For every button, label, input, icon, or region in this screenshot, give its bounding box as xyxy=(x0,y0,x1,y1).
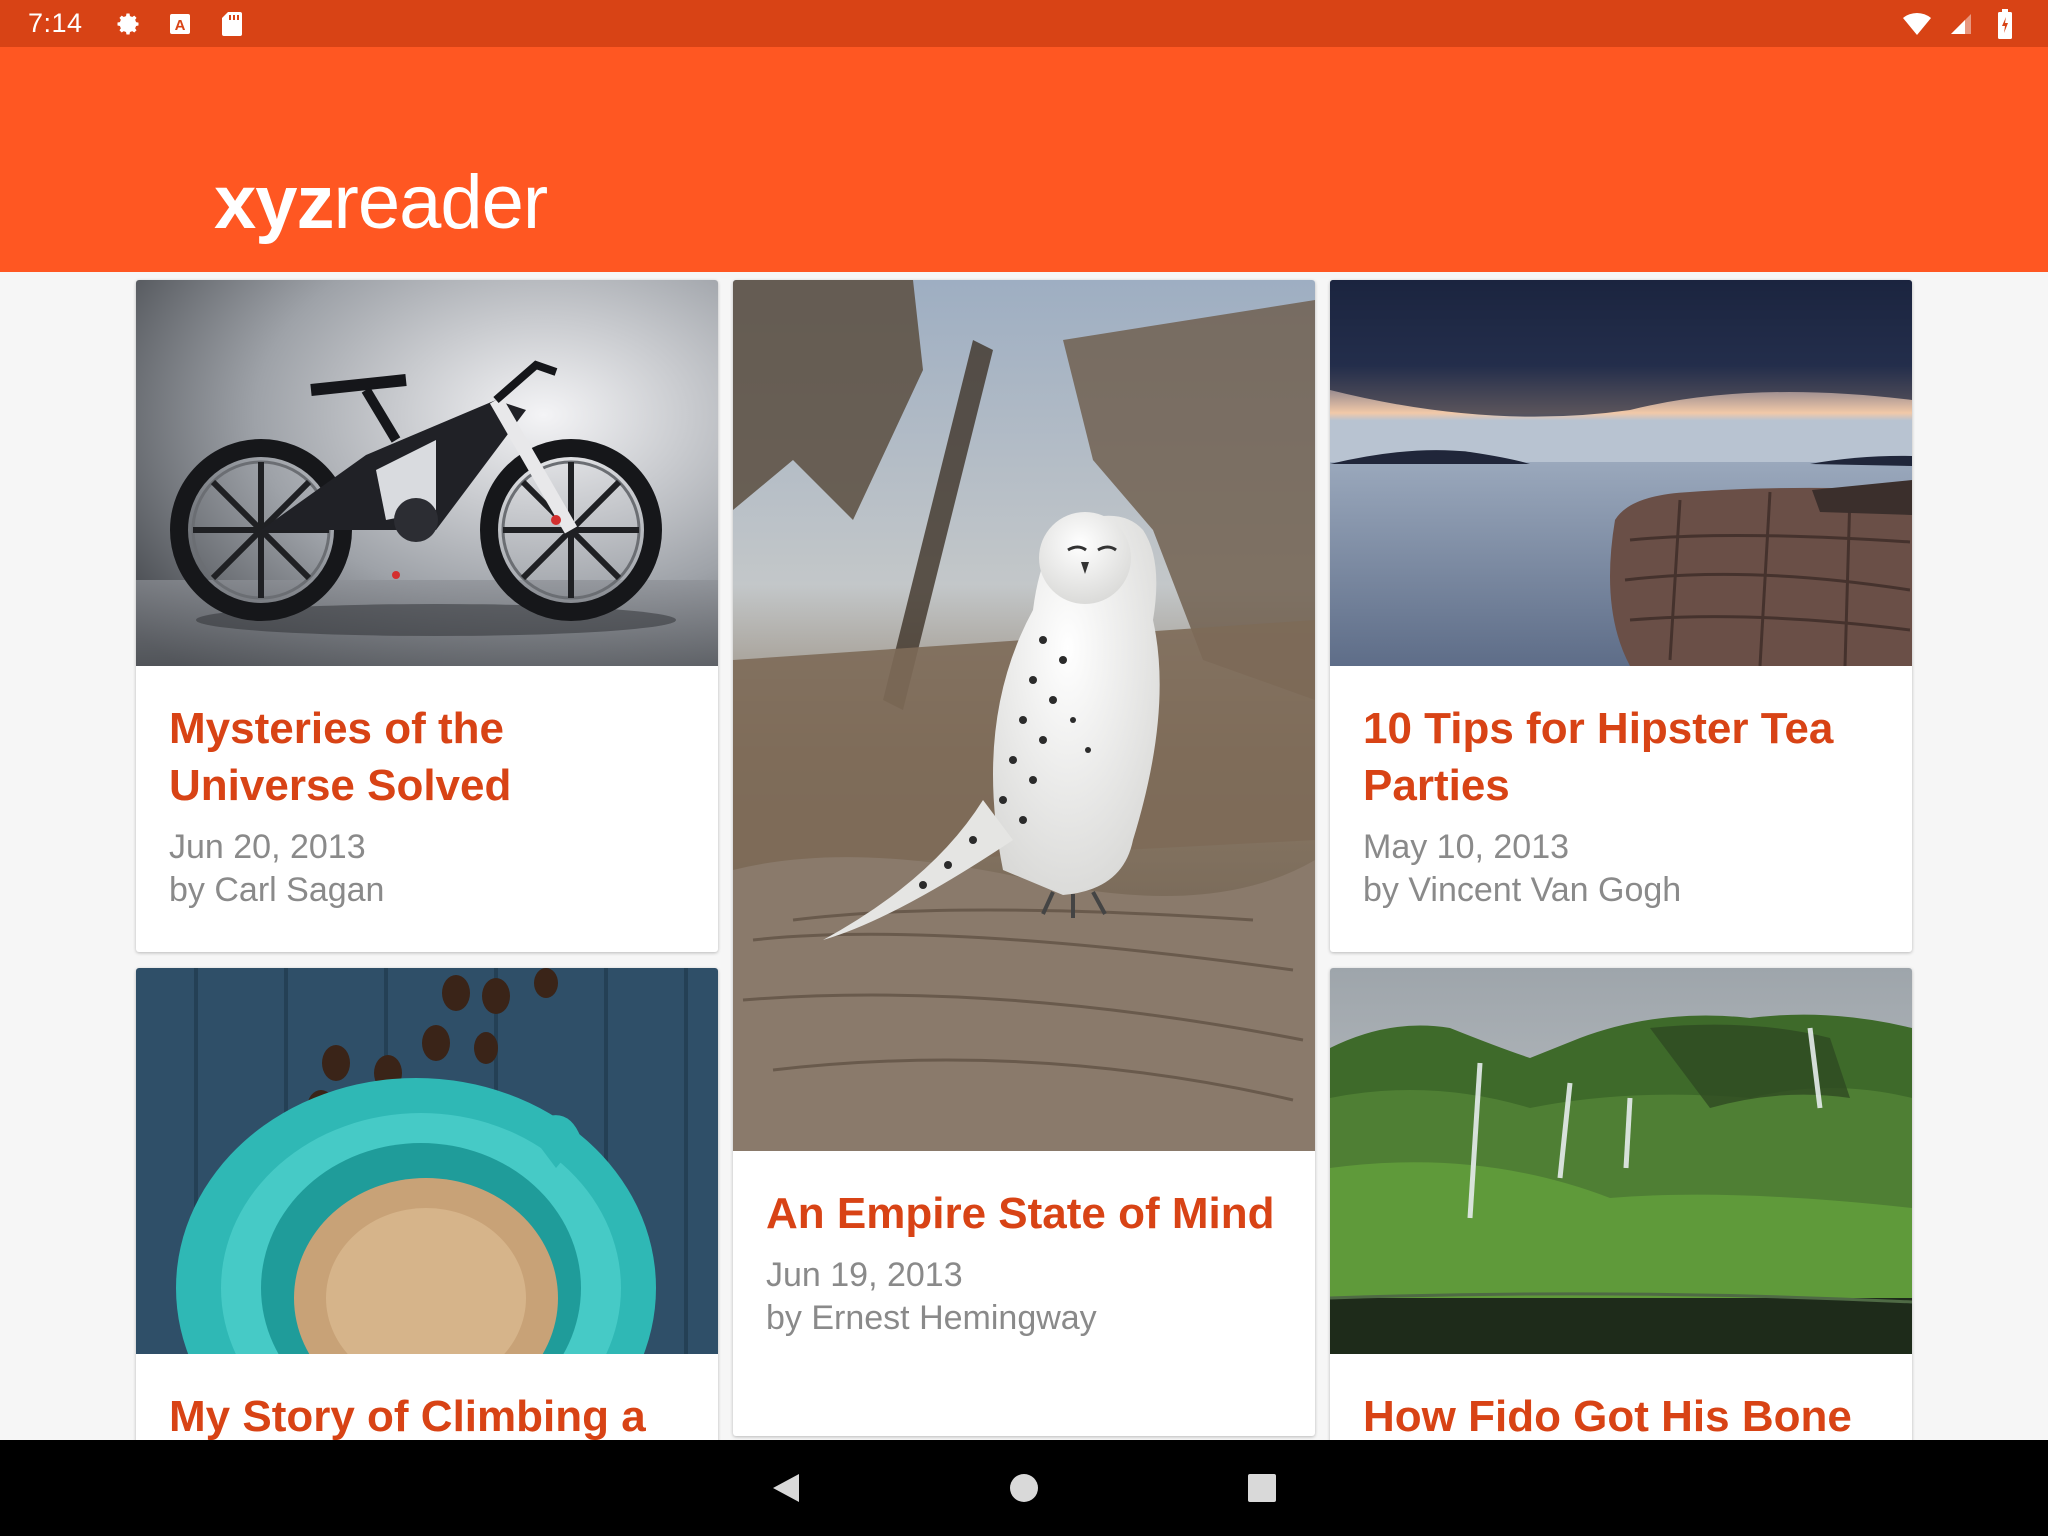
svg-text:A: A xyxy=(174,17,185,34)
article-date: May 10, 2013 xyxy=(1363,828,1570,866)
wifi-icon xyxy=(1902,9,1932,39)
home-icon[interactable] xyxy=(1000,1464,1048,1512)
app-bar: xyzreader xyxy=(0,47,2048,272)
article-author: by Ernest Hemingway xyxy=(766,1299,1097,1337)
signal-icon xyxy=(1946,9,1976,39)
green-cliffs-waterfall-photo xyxy=(1330,968,1912,1354)
article-card[interactable]: How Fido Got His Bone xyxy=(1330,968,1912,1440)
article-card[interactable]: An Empire State of Mind Jun 19, 2013 by … xyxy=(733,280,1315,1436)
coastline-sunset-photo xyxy=(1330,280,1912,666)
article-title: My Story of Climbing a xyxy=(169,1392,646,1440)
article-title: How Fido Got His Bone xyxy=(1363,1392,1852,1440)
logo-bold: xyz xyxy=(214,160,335,245)
article-title: An Empire State of Mind xyxy=(766,1189,1275,1238)
coffee-cup-photo xyxy=(136,968,718,1354)
article-card[interactable]: Mysteries of the Universe Solved Jun 20,… xyxy=(136,280,718,952)
gear-icon xyxy=(113,9,143,39)
article-date: Jun 19, 2013 xyxy=(766,1256,963,1294)
article-card[interactable]: My Story of Climbing a xyxy=(136,968,718,1440)
status-bar: 7:14 A xyxy=(0,0,2048,47)
keyboard-a-icon: A xyxy=(165,9,195,39)
bicycle-photo xyxy=(136,280,718,666)
back-icon[interactable] xyxy=(762,1464,810,1512)
article-author: by Carl Sagan xyxy=(169,871,385,909)
article-title: 10 Tips for Hipster Tea Parties xyxy=(1363,704,1834,810)
article-date: Jun 20, 2013 xyxy=(169,828,366,866)
snowy-owl-photo xyxy=(733,280,1315,1151)
battery-icon xyxy=(1990,8,2020,39)
recents-icon[interactable] xyxy=(1238,1464,1286,1512)
status-time: 7:14 xyxy=(28,8,83,38)
navigation-bar xyxy=(0,1440,2048,1536)
article-card[interactable]: 10 Tips for Hipster Tea Parties May 10, … xyxy=(1330,280,1912,952)
article-title: Mysteries of the Universe Solved xyxy=(169,704,512,810)
app-logo: xyzreader xyxy=(214,165,548,241)
logo-regular: reader xyxy=(333,160,549,245)
article-grid: Mysteries of the Universe Solved Jun 20,… xyxy=(0,272,2048,1440)
article-author: by Vincent Van Gogh xyxy=(1363,871,1682,909)
sd-card-icon xyxy=(217,9,247,39)
